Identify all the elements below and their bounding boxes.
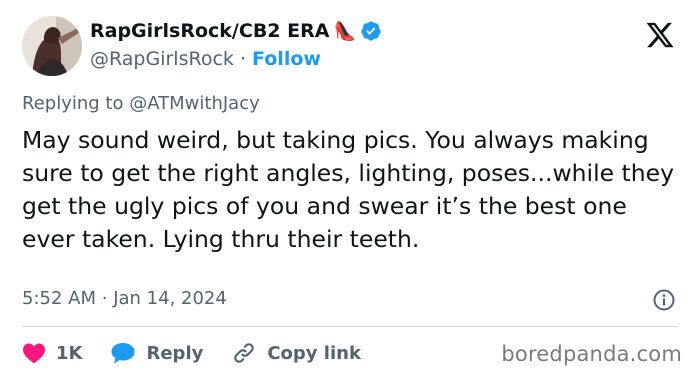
copy-link-button[interactable]: Copy link <box>231 340 361 366</box>
link-icon <box>234 343 255 363</box>
handle[interactable]: @RapGirlsRock <box>90 48 234 70</box>
follow-button[interactable]: Follow <box>252 48 321 70</box>
display-name-text: RapGirlsRock/CB2 ERA <box>90 20 330 42</box>
replying-prefix: Replying to <box>22 93 124 114</box>
tweet-date: Jan 14, 2024 <box>113 288 227 309</box>
tweet-card: RapGirlsRock/CB2 ERA 👠 @RapGirlsRock · F… <box>0 0 700 379</box>
copy-link-label: Copy link <box>267 342 361 364</box>
reply-button[interactable]: Reply <box>110 341 203 365</box>
high-heel-emoji: 👠 <box>333 20 356 42</box>
divider <box>22 326 678 327</box>
timestamp-separator: · <box>101 288 108 309</box>
like-count: 1K <box>56 342 83 364</box>
watermark: boredpanda.com <box>501 342 682 366</box>
x-logo-icon[interactable] <box>644 20 676 50</box>
avatar[interactable] <box>22 16 82 76</box>
info-icon[interactable] <box>652 288 676 312</box>
display-name[interactable]: RapGirlsRock/CB2 ERA 👠 <box>90 20 382 42</box>
handle-separator: · <box>239 48 246 70</box>
action-bar: 1K Reply Copy link <box>22 340 389 366</box>
tweet-timestamp[interactable]: 5:52 AM · Jan 14, 2024 <box>22 288 227 309</box>
reply-label: Reply <box>146 342 204 364</box>
heart-icon <box>23 343 45 364</box>
tweet-time: 5:52 AM <box>22 288 96 309</box>
replying-to: Replying to @ATMwithJacy <box>22 93 260 114</box>
like-button[interactable]: 1K <box>22 342 82 364</box>
verified-badge-icon <box>360 20 382 42</box>
tweet-text: May sound weird, but taking pics. You al… <box>22 126 675 253</box>
handle-row: @RapGirlsRock · Follow <box>90 48 321 70</box>
reply-mention-link[interactable]: @ATMwithJacy <box>129 93 260 114</box>
reply-bubble-icon <box>111 343 135 364</box>
